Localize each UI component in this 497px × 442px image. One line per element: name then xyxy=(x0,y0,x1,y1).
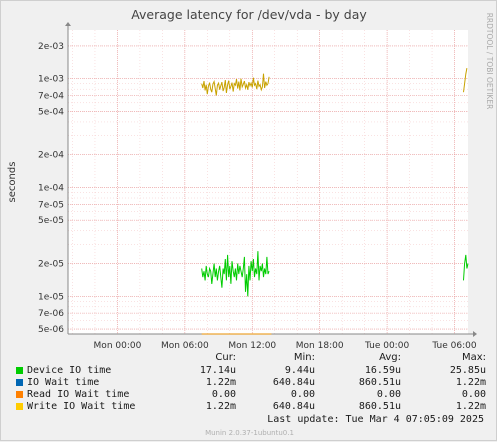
legend-swatch xyxy=(16,367,23,374)
header-min: Min: xyxy=(293,352,315,363)
legend-max: 1.22m xyxy=(455,401,486,412)
legend-header: Cur: Min: Avg: Max: xyxy=(1,352,497,365)
y-tick-label: 5e-04 xyxy=(38,107,64,117)
y-tick-label: 1e-03 xyxy=(38,75,64,85)
y-axis-label: seconds xyxy=(7,162,18,203)
legend-label: Write IO Wait time xyxy=(27,401,136,412)
header-avg: Avg: xyxy=(379,352,401,363)
legend-min: 640.84u xyxy=(272,401,315,412)
x-axis-arrow xyxy=(473,331,477,337)
header-cur: Cur: xyxy=(215,352,236,363)
y-axis-arrow xyxy=(65,22,71,26)
y-tick-label: 1e-04 xyxy=(38,183,64,193)
x-tick-label: Tue 06:00 xyxy=(431,341,476,351)
chart-title: Average latency for /dev/vda - by day xyxy=(131,7,367,22)
x-tick-label: Mon 18:00 xyxy=(296,341,344,351)
rrdtool-watermark: RRDTOOL / TOBI OETIKER xyxy=(485,13,494,110)
legend-label: Read IO Wait time xyxy=(27,389,130,400)
chart-frame: 2e-03 1e-03 7e-04 5e-04 2e-04 1e-04 7e-05 5e-05… xyxy=(0,0,497,441)
legend-min: 640.84u xyxy=(272,377,315,388)
y-tick-label: 2e-04 xyxy=(38,151,64,161)
legend-avg: 0.00 xyxy=(376,389,401,400)
y-tick-label: 7e-05 xyxy=(38,200,64,210)
y-tick-label: 2e-05 xyxy=(38,260,64,270)
legend-label: IO Wait time xyxy=(27,377,100,388)
x-tick-label: Mon 12:00 xyxy=(228,341,276,351)
legend-cur: 1.22m xyxy=(205,377,236,388)
legend-avg: 860.51u xyxy=(358,401,401,412)
munin-version-footer: Munin 2.0.37-1ubuntu0.1 xyxy=(205,429,294,437)
y-tick-label: 5e-06 xyxy=(38,325,64,335)
x-tick-label: Mon 06:00 xyxy=(161,341,209,351)
y-tick-label: 7e-06 xyxy=(38,309,64,319)
legend-avg: 16.59u xyxy=(364,365,401,376)
legend-cur: 1.22m xyxy=(205,401,236,412)
legend-avg: 860.51u xyxy=(358,377,401,388)
legend-max: 25.85u xyxy=(449,365,486,376)
legend-label: Device IO time xyxy=(27,365,112,376)
legend-swatch xyxy=(16,391,23,398)
y-tick-label: 7e-04 xyxy=(38,92,64,102)
legend-max: 0.00 xyxy=(461,389,486,400)
legend-swatch xyxy=(16,403,23,410)
y-tick-label: 5e-05 xyxy=(38,216,64,226)
y-tick-label: 2e-03 xyxy=(38,42,64,52)
legend-swatch xyxy=(16,379,23,386)
y-tick-label: 1e-05 xyxy=(38,292,64,302)
legend-row-write-io-wait-time: Write IO Wait time 1.22m 640.84u 860.51u… xyxy=(1,401,497,414)
header-max: Max: xyxy=(461,352,486,363)
legend-max: 1.22m xyxy=(455,377,486,388)
x-tick-label: Tue 00:00 xyxy=(364,341,409,351)
legend-min: 0.00 xyxy=(290,389,315,400)
legend-cur: 17.14u xyxy=(199,365,236,376)
legend-cur: 0.00 xyxy=(211,389,236,400)
x-tick-label: Mon 00:00 xyxy=(94,341,142,351)
legend-min: 9.44u xyxy=(284,365,315,376)
plot-area xyxy=(68,30,468,334)
last-update: Last update: Tue Mar 4 07:05:09 2025 xyxy=(267,414,484,425)
